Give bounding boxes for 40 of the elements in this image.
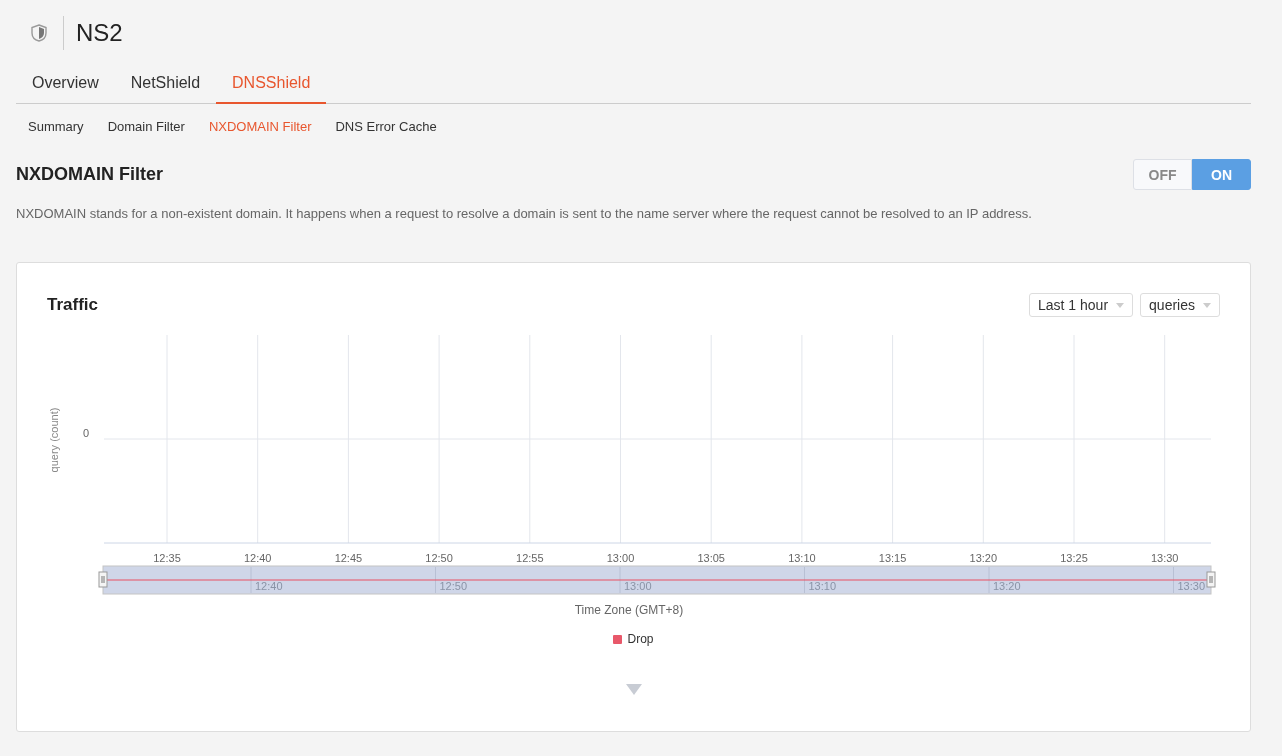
navigator-label: 12:50 xyxy=(439,580,467,592)
navigator-handle[interactable] xyxy=(98,571,107,588)
caret-icon xyxy=(1116,302,1125,308)
sub-tab[interactable]: DNS Error Cache xyxy=(323,116,449,137)
section-title: NXDOMAIN Filter xyxy=(16,164,163,185)
x-tick-label: 13:25 xyxy=(1059,552,1088,564)
expand-triangle-icon[interactable] xyxy=(625,684,642,695)
nav-tab[interactable]: NetShield xyxy=(114,66,217,104)
navigator-handle[interactable] xyxy=(1206,571,1215,588)
x-tick-label: 13:20 xyxy=(969,552,997,564)
caret-icon xyxy=(1203,302,1211,308)
y-tick-label: 0 xyxy=(82,427,89,439)
x-tick-label: 13:10 xyxy=(787,552,816,564)
description-text: NXDOMAIN stands for a non-existent domain. It happens when a request to resolve a domain is sent to the name server where the request cannot be resolved to an IP address. xyxy=(16,206,1033,221)
range-navigator[interactable] xyxy=(102,565,1211,595)
x-tick-label: 12:45 xyxy=(334,552,362,564)
x-tick-label: 12:40 xyxy=(243,552,271,564)
navigator-label: 13:00 xyxy=(623,580,652,592)
navigator-label: 13:10 xyxy=(808,580,836,592)
legend-label[interactable]: Drop xyxy=(627,632,654,646)
y-axis-label: query (count) xyxy=(47,407,60,473)
page-title: NS2 xyxy=(76,19,123,47)
x-tick-label: 13:00 xyxy=(606,552,634,564)
navigator-label: 13:20 xyxy=(992,580,1021,592)
x-tick-label: 13:05 xyxy=(696,552,725,564)
sub-tab[interactable]: Domain Filter xyxy=(95,116,197,137)
nav-tab[interactable]: Overview xyxy=(16,66,115,104)
x-tick-label: 12:35 xyxy=(152,552,181,564)
navigator-label: 12:40 xyxy=(254,580,283,592)
sub-tab[interactable]: Summary xyxy=(16,116,96,137)
x-tick-label: 13:15 xyxy=(878,552,906,564)
card-title: Traffic xyxy=(47,295,99,315)
metric-dropdown[interactable]: queries xyxy=(1140,293,1220,317)
x-tick-label: 13:30 xyxy=(1150,552,1178,564)
x-axis-label: Time Zone (GMT+8) xyxy=(574,603,683,617)
navigator-label: 13:30 xyxy=(1177,580,1205,592)
range-dropdown[interactable]: Last 1 hour xyxy=(1029,293,1134,317)
shield-icon xyxy=(31,24,47,42)
x-tick-label: 12:55 xyxy=(515,552,544,564)
x-tick-label: 12:50 xyxy=(424,552,453,564)
